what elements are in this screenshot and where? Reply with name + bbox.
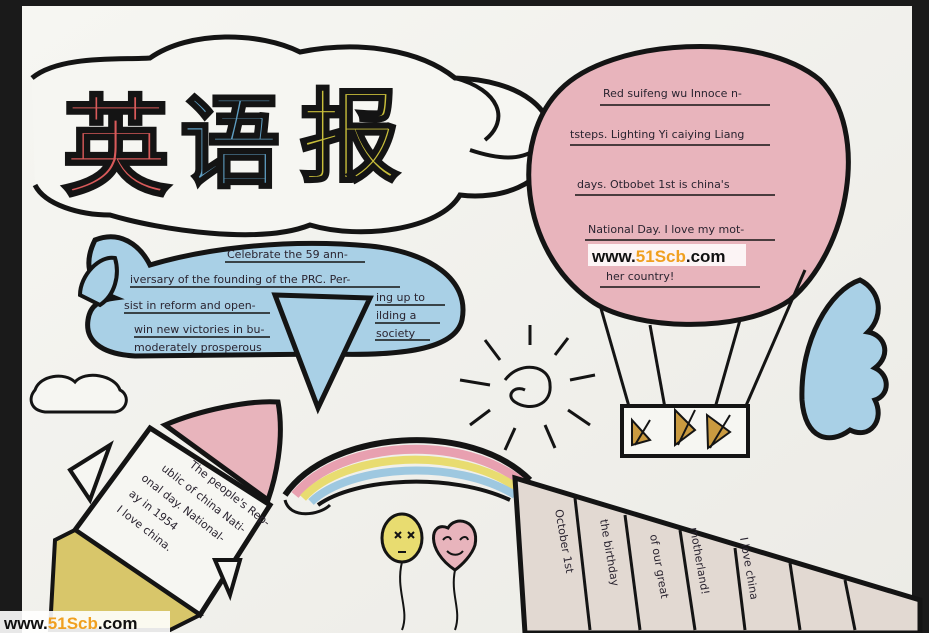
corner-watermark-text: www.51Scb.com [3,614,138,633]
center-watermark: www.51Scb.com [588,244,746,266]
corner-watermark: www.51Scb.com [0,611,170,633]
title-char-yu: 语 [180,85,280,202]
balloon-line-3: days. Otbobet 1st is china's [577,178,730,191]
balloon-line-4: National Day. I love my mot- [588,223,744,236]
small-cloud [29,373,128,414]
title-char-ying: 英 [62,86,171,211]
airplane-right-line-2: ilding a [376,309,416,322]
airplane-line-2: iversary of the founding of the PRC. Per… [130,273,350,286]
drawing-canvas: 英 语 报 Red suifeng wu Innoce n- tsteps. L… [0,6,923,633]
airplane-line-5: moderately prosperous [134,341,262,354]
balloon-line-2: tsteps. Lighting Yi caiying Liang [570,128,744,141]
title-char-bao: 报 [300,79,400,196]
watermark-text: www.51Scb.com [591,247,726,266]
handmade-newspaper-photo: 英 语 报 Red suifeng wu Innoce n- tsteps. L… [0,0,929,633]
balloon-line-1: Red suifeng wu Innoce n- [603,87,742,100]
airplane-right-line-3: society [376,327,416,340]
balloon-line-5: her country! [606,270,674,283]
airplane-right-line-1: ing up to [376,291,425,304]
airplane-line-3: sist in reform and open- [124,299,256,312]
airplane-line-4: win new victories in bu- [134,323,264,336]
airplane-line-1: Celebrate the 59 ann- [227,248,348,261]
yellow-balloon [380,512,424,564]
